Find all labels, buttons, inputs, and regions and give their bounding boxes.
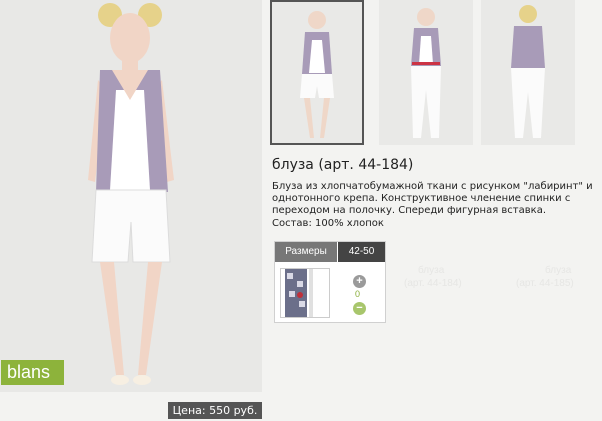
product-composition: Состав: 100% хлопок xyxy=(272,218,384,229)
product-description: Блуза из хлопчатобумажной ткани с рисунк… xyxy=(272,181,593,216)
quantity-value: 0 xyxy=(355,289,361,299)
faded-label-3: блуза xyxy=(545,265,572,276)
thumbnail-image-1 xyxy=(272,2,362,143)
quantity-decrease-button[interactable]: − xyxy=(353,302,366,315)
size-selector: Размеры 42-50 + 0 − xyxy=(274,241,386,323)
fabric-swatch[interactable] xyxy=(280,268,330,318)
thumbnail-3[interactable] xyxy=(481,0,575,145)
main-product-photo[interactable]: blans xyxy=(0,0,262,392)
faded-label-2: (арт. 44-184) xyxy=(404,278,462,289)
thumbnail-1[interactable] xyxy=(270,0,364,145)
faded-label-4: (арт. 44-185) xyxy=(516,278,574,289)
model-figure xyxy=(0,0,262,392)
product-title: блуза (арт. 44-184) xyxy=(272,157,414,173)
thumbnail-2[interactable] xyxy=(379,0,473,145)
faded-label-1: блуза xyxy=(418,265,445,276)
price-tag: Цена: 550 руб. xyxy=(168,402,262,419)
sizes-header-label: Размеры xyxy=(275,242,337,262)
brand-logo: blans xyxy=(1,360,64,385)
size-column-header: 42-50 xyxy=(338,242,385,262)
thumbnail-image-2 xyxy=(379,0,473,145)
swatch-pattern xyxy=(281,269,329,317)
quantity-increase-button[interactable]: + xyxy=(353,275,366,288)
thumbnail-image-3 xyxy=(481,0,575,145)
